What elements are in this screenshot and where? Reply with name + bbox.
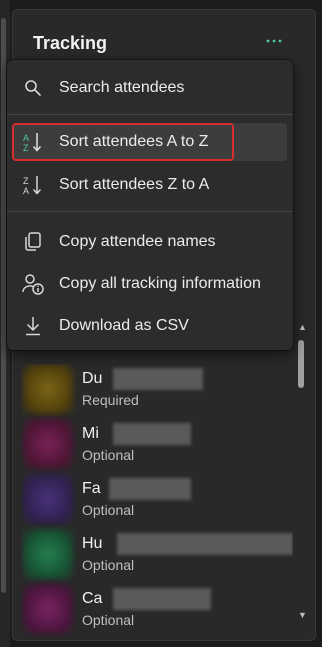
attendee-row[interactable]: Mi Optional [21,419,293,471]
svg-text:A: A [23,186,29,196]
menu-divider [7,211,293,212]
attendee-name: Mi [82,425,99,442]
focus-highlight [12,123,234,161]
attendee-status: Optional [82,502,135,518]
redacted-name [113,423,191,445]
attendee-row[interactable]: Fa Optional [21,474,293,526]
attendee-status: Required [82,392,139,408]
menu-item-sort-z-to-a[interactable]: Z A Sort attendees Z to A [13,166,287,204]
attendee-row[interactable]: Du Required [21,364,293,416]
menu-divider [7,114,293,115]
avatar [23,419,73,469]
attendee-list-scrollbar[interactable]: ▲ ▼ [295,322,309,626]
attendee-row[interactable]: Ca Optional [21,584,293,636]
redacted-name [113,368,203,390]
scroll-thumb[interactable] [298,340,304,388]
avatar [23,584,73,634]
sort-descending-icon: Z A [22,174,44,196]
attendee-status: Optional [82,557,135,573]
menu-item-label: Copy all tracking information [59,275,261,292]
redacted-name [117,533,293,555]
attendee-name: Fa [82,480,101,497]
attendee-name: Hu [82,535,103,552]
attendee-name: Ca [82,590,103,607]
attendee-status: Optional [82,612,135,628]
search-icon [22,77,44,99]
avatar [23,529,73,579]
avatar [23,474,73,524]
background-scrollbar[interactable] [1,18,6,593]
scroll-up-arrow-icon[interactable]: ▲ [298,322,307,332]
menu-item-label: Search attendees [59,79,185,96]
attendee-row[interactable]: Hu Optional [21,529,293,581]
avatar [23,364,73,414]
redacted-name [109,478,191,500]
attendee-list: Du Required Mi Optional Fa Optional Hu O… [21,364,293,639]
svg-text:Z: Z [23,176,29,186]
menu-item-label: Download as CSV [59,317,189,334]
menu-item-search-attendees[interactable]: Search attendees [13,69,287,107]
attendee-status: Optional [82,447,135,463]
more-horizontal-icon[interactable] [265,32,283,50]
people-info-icon [22,273,44,295]
tracking-options-menu: Search attendees A Z Sort attendees A to… [7,60,293,350]
redacted-name [113,588,211,610]
menu-item-download-csv[interactable]: Download as CSV [13,307,287,345]
panel-title: Tracking [33,33,108,53]
menu-item-copy-attendee-names[interactable]: Copy attendee names [13,223,287,261]
scroll-down-arrow-icon[interactable]: ▼ [298,610,307,620]
menu-item-copy-tracking-info[interactable]: Copy all tracking information [13,265,287,303]
attendee-name: Du [82,370,103,387]
menu-item-label: Copy attendee names [59,233,216,250]
copy-icon [22,231,44,253]
download-icon [22,315,44,337]
menu-item-label: Sort attendees Z to A [59,176,210,193]
